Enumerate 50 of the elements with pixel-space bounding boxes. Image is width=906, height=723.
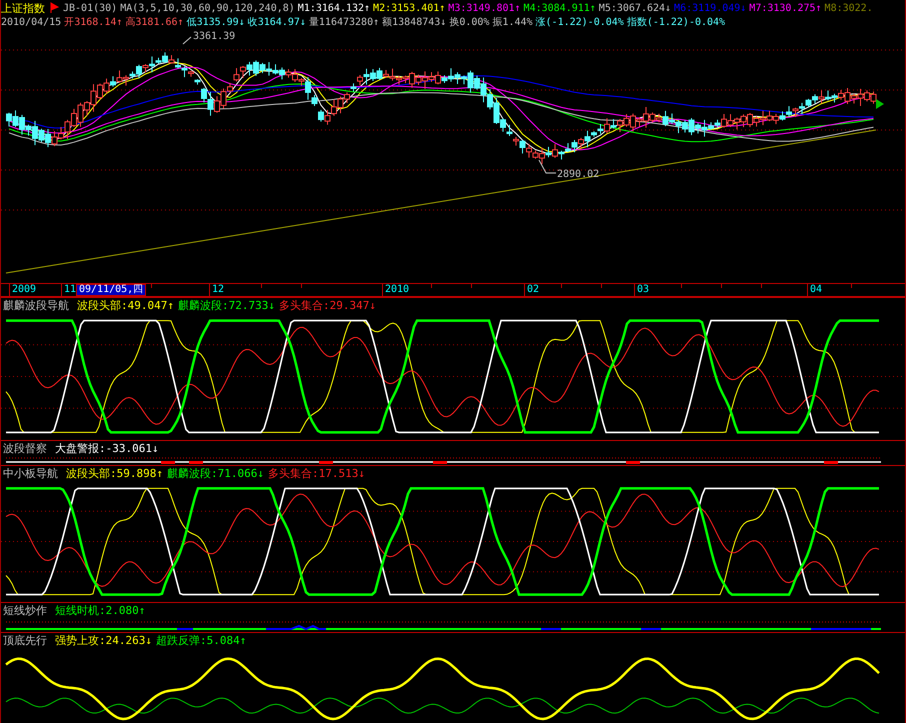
ma-value: M5:3067.624↓ xyxy=(598,2,672,14)
ma-value: M6:3119.049↓ xyxy=(674,2,746,14)
date-label: 09/11/05,四 xyxy=(76,284,146,296)
leader-line xyxy=(182,36,192,44)
quote-value: 开3168.14↑ xyxy=(64,16,122,29)
ma-parameters: MA(3,5,10,30,60,90,120,240,8) xyxy=(120,2,295,14)
panel-title: 短线炒作 xyxy=(3,603,47,618)
price-label: 3361.39 xyxy=(193,31,236,42)
date-label: 12 xyxy=(209,284,226,296)
quote-value: 高3181.66↑ xyxy=(125,16,184,29)
date-label: 2009 xyxy=(9,284,38,296)
indicator-value: 大盘警报:-33.061↓ xyxy=(55,441,159,456)
indicator-value: 强势上攻:24.263↓ xyxy=(55,633,152,648)
ma-value: M3:3149.801↑ xyxy=(448,2,521,14)
triangle-marker-icon xyxy=(876,99,884,109)
panel-title: 波段督察 xyxy=(3,441,47,456)
quote-value: 涨(-1.22)-0.04% xyxy=(536,16,624,29)
ma-value: M4:3084.911↑ xyxy=(524,2,596,14)
indicator-value: 麒麟波段:71.066↓ xyxy=(166,466,264,481)
panel-title: 麒麟波段导航 xyxy=(3,298,69,313)
ma-value: M1:3164.132↑ xyxy=(298,2,370,14)
panel-title: 顶底先行 xyxy=(3,633,47,648)
date-label: 04 xyxy=(807,284,824,296)
quote-value: 收3164.97↓ xyxy=(248,16,306,29)
indicator-value: 超跌反弹:5.084↑ xyxy=(156,633,246,648)
ma-value: M8:3022. xyxy=(824,2,873,14)
indicator-value: 波段头部:49.047↑ xyxy=(77,298,174,313)
index-title[interactable]: 上证指数 xyxy=(1,0,45,16)
indicator-value: 麒麟波段:72.733↓ xyxy=(178,298,275,313)
price-label: 2890.02 xyxy=(557,169,600,180)
leader-line xyxy=(538,160,556,174)
date-label: 03 xyxy=(634,284,652,296)
quote-value: 换0.00% xyxy=(449,16,490,29)
flag-icon xyxy=(48,2,60,14)
quote-value: 振1.44% xyxy=(492,16,533,29)
indicator-value: 波段头部:59.898↑ xyxy=(66,466,163,481)
indicator-value: 多头集合:29.347↓ xyxy=(278,298,376,313)
ma-value: M2:3153.401↑ xyxy=(373,2,446,14)
quote-value: 指数(-1.22)-0.04% xyxy=(626,16,726,29)
quote-date: 2010/04/15 xyxy=(1,16,62,28)
date-label: 2010 xyxy=(382,284,412,296)
indicator-value: 短线时机:2.080↑ xyxy=(55,603,146,618)
quote-value: 低3135.99↓ xyxy=(186,16,245,29)
quote-value: 量116473280↑ xyxy=(308,16,380,29)
ma-value: M7:3130.275↑ xyxy=(749,2,822,14)
quote-value: 额13848743↓ xyxy=(382,16,446,29)
indicator-value: 多头集合:17.513↓ xyxy=(268,466,365,481)
date-label: 02 xyxy=(524,284,542,296)
panel-title: 中小板导航 xyxy=(3,466,58,481)
indicator-name: JB-01(30) xyxy=(63,2,118,14)
